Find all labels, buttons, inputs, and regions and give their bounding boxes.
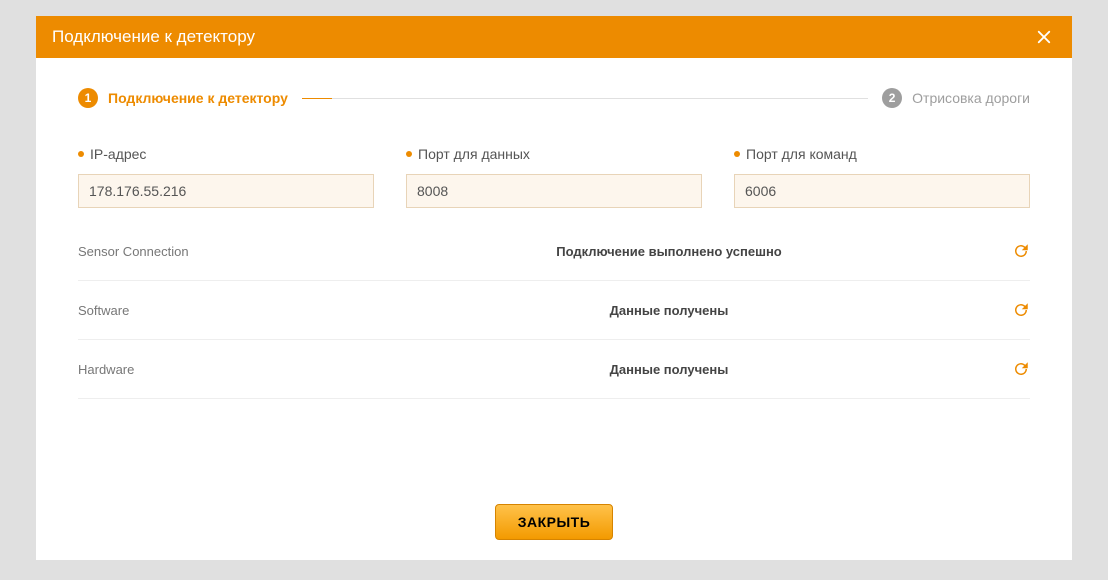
status-value: Данные получены xyxy=(338,362,1000,377)
refresh-icon[interactable] xyxy=(1000,242,1030,260)
status-row-software: Software Данные получены xyxy=(78,281,1030,340)
field-label: Порт для данных xyxy=(406,146,702,162)
step-label: Подключение к детектору xyxy=(108,90,288,106)
status-value: Подключение выполнено успешно xyxy=(338,244,1000,259)
ip-input[interactable] xyxy=(78,174,374,208)
dialog-body: 1 Подключение к детектору 2 Отрисовка до… xyxy=(36,58,1072,560)
dialog-footer: ЗАКРЫТЬ xyxy=(78,484,1030,540)
step-label: Отрисовка дороги xyxy=(912,90,1030,106)
data-port-input[interactable] xyxy=(406,174,702,208)
step-number: 1 xyxy=(78,88,98,108)
wizard-step-2[interactable]: 2 Отрисовка дороги xyxy=(882,88,1030,108)
status-label: Software xyxy=(78,303,338,318)
cmd-port-input[interactable] xyxy=(734,174,1030,208)
field-data-port: Порт для данных xyxy=(406,146,702,208)
close-icon[interactable] xyxy=(1032,25,1056,49)
connection-fields: IP-адрес Порт для данных Порт для команд xyxy=(78,146,1030,208)
wizard-step-1[interactable]: 1 Подключение к детектору xyxy=(78,88,288,108)
connect-dialog: Подключение к детектору 1 Подключение к … xyxy=(36,16,1072,560)
field-ip: IP-адрес xyxy=(78,146,374,208)
dialog-titlebar: Подключение к детектору xyxy=(36,16,1072,58)
status-label: Sensor Connection xyxy=(78,244,338,259)
step-divider xyxy=(302,98,868,99)
refresh-icon[interactable] xyxy=(1000,360,1030,378)
status-row-sensor: Sensor Connection Подключение выполнено … xyxy=(78,222,1030,281)
status-label: Hardware xyxy=(78,362,338,377)
refresh-icon[interactable] xyxy=(1000,301,1030,319)
status-row-hardware: Hardware Данные получены xyxy=(78,340,1030,399)
step-number: 2 xyxy=(882,88,902,108)
status-value: Данные получены xyxy=(338,303,1000,318)
field-label: IP-адрес xyxy=(78,146,374,162)
field-cmd-port: Порт для команд xyxy=(734,146,1030,208)
wizard-steps: 1 Подключение к детектору 2 Отрисовка до… xyxy=(78,88,1030,108)
close-button[interactable]: ЗАКРЫТЬ xyxy=(495,504,614,540)
field-label: Порт для команд xyxy=(734,146,1030,162)
dialog-title: Подключение к детектору xyxy=(52,27,255,47)
